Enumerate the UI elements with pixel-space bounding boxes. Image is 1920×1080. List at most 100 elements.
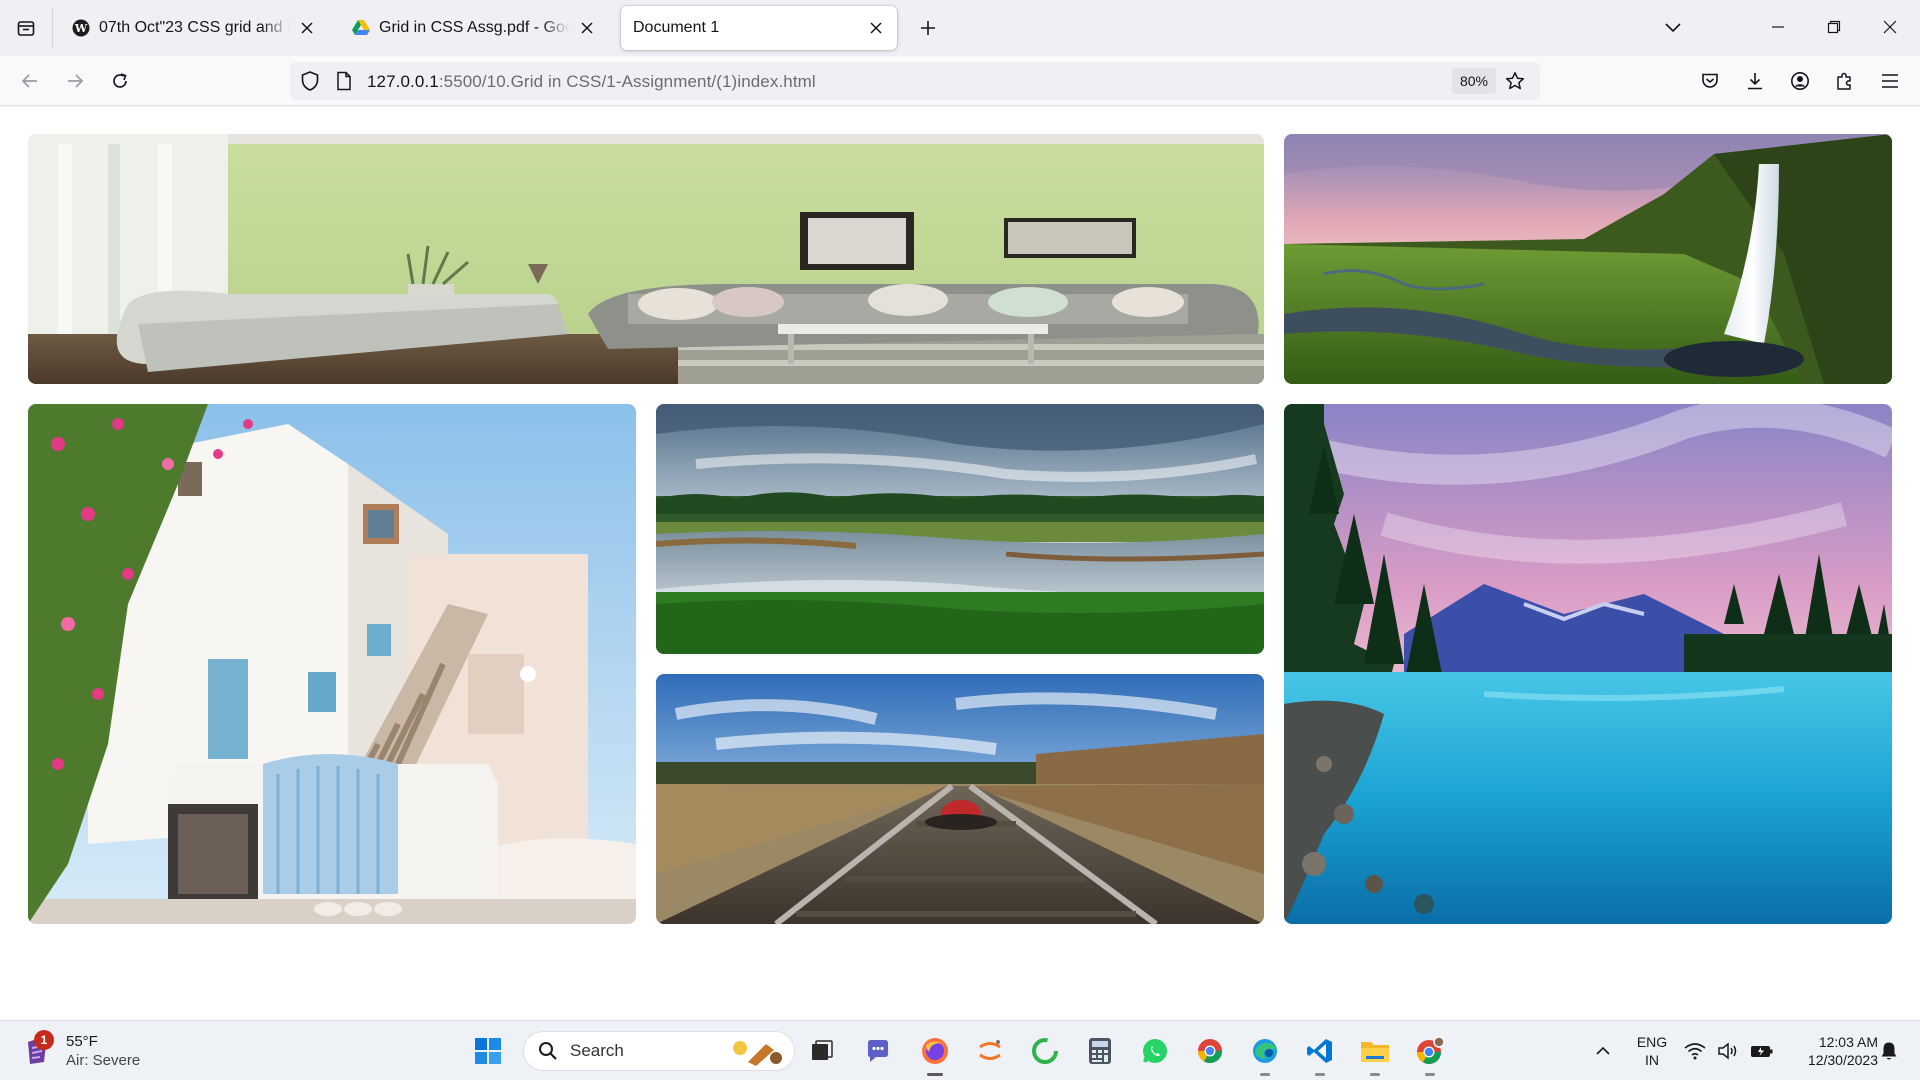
url-host: 127.0.0.1: [367, 72, 439, 91]
whatsapp-icon: [1143, 1039, 1167, 1063]
pocket-button[interactable]: [1692, 63, 1728, 99]
image-white-house: [28, 404, 636, 924]
task-view-button[interactable]: [802, 1031, 842, 1071]
chevron-up-icon: [1596, 1046, 1610, 1055]
minimize-icon: [1772, 26, 1784, 28]
tab-google-drive[interactable]: Grid in CSS Assg.pdf - Google Drive: [340, 6, 608, 50]
search-label: Search: [570, 1041, 624, 1060]
close-tab-icon[interactable]: [865, 17, 887, 39]
whatsapp-taskbar-button[interactable]: [1135, 1031, 1175, 1071]
chat-icon: [868, 1040, 888, 1062]
region-code: IN: [1645, 1052, 1659, 1068]
list-all-tabs-button[interactable]: [1655, 10, 1691, 46]
refresh-app-taskbar-button[interactable]: [1025, 1031, 1065, 1071]
image-living-room: [28, 134, 1264, 384]
reload-icon: [113, 73, 127, 88]
weather-alert-badge: 1: [34, 1030, 54, 1050]
calculator-taskbar-button[interactable]: [1080, 1031, 1120, 1071]
shield-icon[interactable]: [298, 69, 322, 93]
tab-strip: W 07th Oct"23 CSS grid and Media Grid in…: [0, 0, 1920, 56]
clock[interactable]: 12:03 AM 12/30/2023: [1778, 1033, 1878, 1069]
downloads-button[interactable]: [1737, 63, 1773, 99]
weather-temperature: 55°F: [66, 1033, 98, 1050]
railway-track-image: [656, 674, 1264, 924]
tab-list-icon: [17, 21, 35, 36]
wifi-icon: [1684, 1043, 1706, 1060]
close-window-button[interactable]: [1864, 6, 1916, 48]
white-house-image: [28, 404, 636, 924]
search-highlight-icon: [733, 1041, 782, 1066]
tab-css-grid[interactable]: W 07th Oct"23 CSS grid and Media: [60, 6, 328, 50]
account-icon: [1791, 72, 1809, 90]
chevron-down-icon: [1665, 23, 1681, 33]
teams-chat-button[interactable]: [858, 1031, 898, 1071]
extensions-button[interactable]: [1827, 63, 1863, 99]
zoom-reset-button[interactable]: 80%: [1452, 68, 1496, 94]
clock-time: 12:03 AM: [1818, 1034, 1878, 1050]
tab-list-button[interactable]: [8, 10, 44, 46]
chrome-taskbar-button[interactable]: [1190, 1031, 1230, 1071]
page-content: [0, 107, 1920, 1020]
chrome-profile-taskbar-button[interactable]: [1410, 1031, 1450, 1076]
close-icon: [1883, 20, 1897, 34]
page-info-icon[interactable]: [332, 69, 356, 93]
puzzle-icon: [1837, 72, 1851, 90]
url-path: :5500/10.Grid in CSS/1-Assignment/(1)ind…: [438, 72, 816, 91]
new-tab-button[interactable]: [910, 10, 946, 46]
forward-button[interactable]: [57, 63, 93, 99]
show-hidden-icons-button[interactable]: [1588, 1031, 1618, 1071]
windows-logo-icon: [475, 1038, 501, 1064]
circular-arrows-icon: [1032, 1038, 1058, 1064]
chrome-profile-icon: [1417, 1036, 1445, 1065]
restore-button[interactable]: [1808, 6, 1860, 48]
arrow-left-icon: [21, 74, 37, 88]
image-river-landscape: [656, 404, 1264, 654]
windows-taskbar: 1 55°F Air: Severe Search ENG IN 12:03 A…: [0, 1020, 1920, 1080]
close-tab-icon[interactable]: [576, 17, 598, 39]
river-landscape-image: [656, 404, 1264, 654]
system-tray-status[interactable]: [1684, 1031, 1774, 1071]
vscode-icon: [1307, 1039, 1332, 1063]
address-bar[interactable]: 127.0.0.1:5500/10.Grid in CSS/1-Assignme…: [290, 62, 1540, 100]
input-language-indicator[interactable]: ENG IN: [1632, 1033, 1672, 1069]
tab-title: Document 1: [633, 19, 720, 36]
close-tab-icon[interactable]: [296, 17, 318, 39]
task-view-icon: [812, 1040, 833, 1060]
calculator-icon: [1089, 1038, 1111, 1064]
svg-text:W: W: [74, 22, 88, 35]
vscode-taskbar-button[interactable]: [1300, 1031, 1340, 1076]
firefox-icon: [922, 1038, 948, 1064]
notifications-button[interactable]: [1874, 1031, 1904, 1071]
battery-charging-icon: [1751, 1046, 1773, 1057]
start-button[interactable]: [468, 1031, 508, 1071]
mountain-lake-image: [1284, 404, 1892, 924]
minimize-button[interactable]: [1752, 6, 1804, 48]
restore-icon: [1827, 20, 1841, 34]
app-menu-button[interactable]: [1872, 63, 1908, 99]
speaker-icon: [1718, 1042, 1737, 1060]
bookmark-star-icon[interactable]: [1502, 68, 1528, 94]
file-explorer-taskbar-button[interactable]: [1355, 1031, 1395, 1076]
firefox-taskbar-button[interactable]: [915, 1031, 955, 1076]
taskbar-search-box[interactable]: Search: [523, 1031, 795, 1071]
image-grid: [28, 134, 1892, 924]
tab-title: 07th Oct"23 CSS grid and Media: [99, 19, 290, 36]
weather-air-quality: Air: Severe: [66, 1052, 141, 1069]
edge-icon: [1253, 1039, 1277, 1063]
clock-date: 12/30/2023: [1807, 1052, 1878, 1068]
reload-button[interactable]: [102, 63, 138, 99]
jupyter-taskbar-button[interactable]: [970, 1031, 1010, 1071]
back-button[interactable]: [12, 63, 48, 99]
account-button[interactable]: [1782, 63, 1818, 99]
tab-document-1[interactable]: Document 1: [621, 6, 897, 50]
jupyter-icon: [979, 1040, 1001, 1060]
google-drive-icon: [352, 19, 370, 37]
edge-taskbar-button[interactable]: [1245, 1031, 1285, 1076]
navigation-toolbar: 127.0.0.1:5500/10.Grid in CSS/1-Assignme…: [0, 56, 1920, 106]
search-icon: [539, 1042, 557, 1060]
url-text[interactable]: 127.0.0.1:5500/10.Grid in CSS/1-Assignme…: [367, 72, 816, 92]
weather-widget[interactable]: 1 55°F Air: Severe: [22, 1029, 140, 1073]
weather-icon: 1: [22, 1030, 56, 1068]
image-waterfall: [1284, 134, 1892, 384]
tab-title: Grid in CSS Assg.pdf - Google Drive: [379, 19, 570, 36]
